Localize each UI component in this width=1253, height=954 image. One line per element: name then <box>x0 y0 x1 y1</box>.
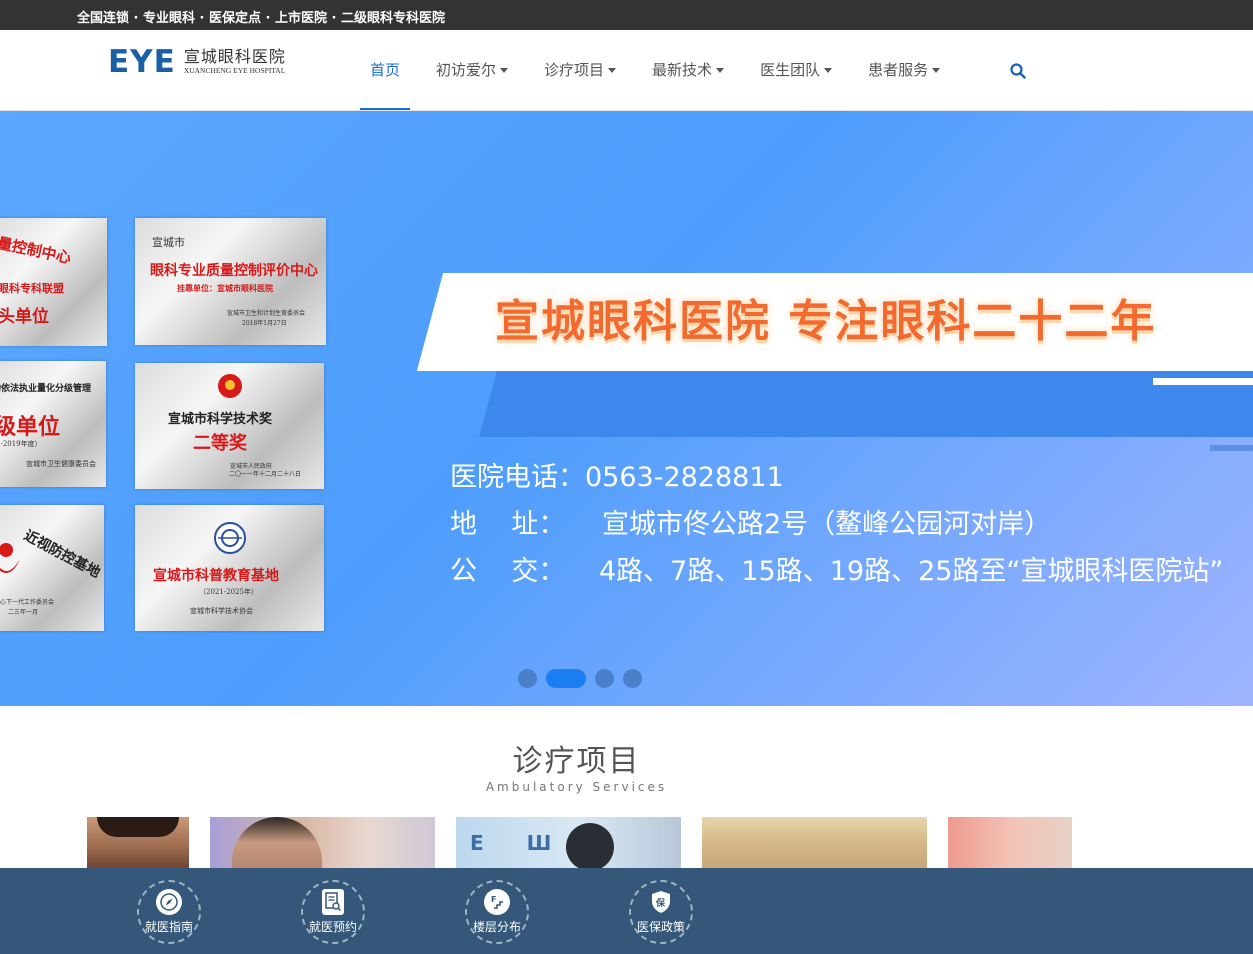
top-announcement-text: 全国连锁 · 专业眼科 · 医保定点 · 上市医院 · 二级眼科专科医院 <box>77 11 445 26</box>
plaque-text: 心下一代工作委员会 <box>0 599 55 606</box>
banner-address-text: 宣城市佟公路2号（鳌峰公园河对岸） <box>602 509 1052 540</box>
hospital-logo[interactable]: EYE 宣城眼科医院 XUANCHENG EYE HOSPITAL <box>108 42 286 82</box>
nav-item-technology[interactable]: 最新技术 <box>642 30 734 110</box>
search-icon[interactable] <box>1010 63 1026 79</box>
banner-bus-label: 公 交： <box>450 556 566 587</box>
nav-label: 患者服务 <box>868 61 929 79</box>
plaque-text: 7-2019年度） <box>0 440 42 448</box>
nav-label: 诊疗项目 <box>544 61 605 79</box>
service-thumbnail[interactable] <box>210 817 435 868</box>
services-section-title: 诊疗项目 <box>512 744 641 779</box>
plaque-text: 2018年1月27日 <box>242 320 287 327</box>
logo-mark: EYE <box>108 43 176 80</box>
nav-label: 初访爱尔 <box>436 61 497 79</box>
nav-item-patient-service[interactable]: 患者服务 <box>858 30 950 110</box>
science-association-emblem-icon <box>214 522 246 554</box>
plaque-text: 宣城市科学技术奖 <box>168 412 273 427</box>
carousel-pagination <box>518 669 651 688</box>
plaque-text: 眼科专业质量控制评价中心 <box>150 263 318 279</box>
compass-icon <box>156 889 182 915</box>
logo-text: 宣城眼科医院 XUANCHENG EYE HOSPITAL <box>184 48 286 76</box>
caret-down-icon <box>824 68 833 73</box>
services-section-subtitle: Ambulatory Services <box>485 780 668 794</box>
nav-item-doctors[interactable]: 医生团队 <box>750 30 842 110</box>
plaque-text: 宣城市卫生健康委员会 <box>26 460 96 468</box>
plaque-text: 级单位 <box>0 414 61 440</box>
plaque-text: 二三年一月 <box>8 609 39 616</box>
national-emblem-icon <box>218 374 242 398</box>
banner-phone-text: 医院电话：0563-2828811 <box>450 462 784 493</box>
nav-label: 医生团队 <box>760 61 821 79</box>
top-announcement-bar: 全国连锁 · 专业眼科 · 医保定点 · 上市医院 · 二级眼科专科医院 <box>0 0 1253 30</box>
shield-icon: 保 <box>648 889 674 915</box>
award-plaque-myopia-base: 近视防控基地 心下一代工作委员会 二三年一月 <box>0 505 104 631</box>
svg-text:保: 保 <box>655 897 666 909</box>
banner-phone: 医院电话：0563-2828811 <box>450 455 784 494</box>
quick-link-guide[interactable]: 就医指南 <box>137 880 201 944</box>
plaque-text: 宣城市 <box>152 236 185 249</box>
service-thumbnail[interactable] <box>702 817 927 868</box>
banner-address-label: 地 址： <box>450 509 566 540</box>
plaque-text: 眼科专科联盟 <box>0 282 64 295</box>
hero-banner-slide[interactable]: 质量控制中心 眼科专科联盟 头单位 宣城市 眼科专业质量控制评价中心 挂靠单位：… <box>0 111 1253 706</box>
banner-bus: 公 交： 4路、7路、15路、19路、25路至“宣城眼科医院站” <box>450 549 1223 588</box>
site-header: EYE 宣城眼科医院 XUANCHENG EYE HOSPITAL 首页 初访爱… <box>0 30 1253 111</box>
nav-item-about[interactable]: 初访爱尔 <box>426 30 518 110</box>
banner-stripe-dark <box>479 371 1253 437</box>
banner-accent-line <box>1210 445 1253 451</box>
document-search-icon <box>322 889 344 915</box>
quick-link-label: 医保政策 <box>636 920 685 934</box>
plaque-text: 挂靠单位：宣城市眼科医院 <box>177 283 273 293</box>
quick-link-floors[interactable]: F 楼层分布 <box>465 880 529 944</box>
award-plaque-eye-quality-evaluation: 宣城市 眼科专业质量控制评价中心 挂靠单位：宣城市眼科医院 宣城市卫生和计划生育… <box>135 218 326 345</box>
floor-icon: F <box>484 889 510 915</box>
carousel-dot[interactable] <box>595 669 614 688</box>
service-thumbnail[interactable]: E Ш Ǝ <box>456 817 681 868</box>
caret-down-icon <box>932 68 941 73</box>
nav-item-services[interactable]: 诊疗项目 <box>534 30 626 110</box>
service-thumbnail[interactable] <box>87 817 189 868</box>
nav-item-home[interactable]: 首页 <box>360 30 411 110</box>
banner-accent-line <box>1153 378 1253 385</box>
award-plaque-science-education: 宣城市科普教育基地 （2021-2025年） 宣城市科学技术协会 <box>135 505 324 631</box>
banner-bus-text: 4路、7路、15路、19路、25路至“宣城眼科医院站” <box>599 556 1224 587</box>
carousel-dot-active[interactable] <box>546 669 586 688</box>
award-plaque-quality-center: 质量控制中心 眼科专科联盟 头单位 <box>0 218 107 346</box>
quick-link-appointment[interactable]: 就医预约 <box>301 880 365 944</box>
plaque-text: 宣城市科学技术协会 <box>190 607 253 615</box>
logo-name-cn: 宣城眼科医院 <box>183 47 286 66</box>
quick-link-label: 就医指南 <box>144 920 193 934</box>
nav-label: 首页 <box>370 61 401 79</box>
main-nav: 首页 初访爱尔 诊疗项目 最新技术 医生团队 患者服务 <box>360 30 966 110</box>
plaque-text: 近视防控基地 <box>21 527 103 582</box>
plaque-text: 构依法执业量化分级管理 <box>0 384 92 394</box>
plaque-text: （2021-2025年） <box>199 588 258 596</box>
plaque-text: 二等奖 <box>193 433 247 454</box>
caret-down-icon <box>716 68 725 73</box>
quick-link-insurance[interactable]: 保 医保政策 <box>629 880 693 944</box>
plaque-text: 宣城市卫生和计划生育委员会 <box>227 310 306 317</box>
myopia-base-logo-icon <box>0 543 20 573</box>
plaque-text: 宣城市科普教育基地 <box>153 568 279 584</box>
svg-text:F: F <box>491 895 496 904</box>
caret-down-icon <box>608 68 617 73</box>
plaque-text: 质量控制中心 <box>0 230 73 268</box>
award-plaque-science-tech: 宣城市科学技术奖 二等奖 宣城市人民政府 二〇一一年十二月二十八日 <box>135 363 324 489</box>
carousel-dot[interactable] <box>623 669 642 688</box>
carousel-dot[interactable] <box>518 669 537 688</box>
caret-down-icon <box>500 68 509 73</box>
logo-name-en: XUANCHENG EYE HOSPITAL <box>183 66 286 75</box>
plaque-text: 头单位 <box>0 307 49 327</box>
award-plaque-law-level: 构依法执业量化分级管理 级单位 7-2019年度） 宣城市卫生健康委员会 <box>0 361 106 487</box>
plaque-text: 二〇一一年十二月二十八日 <box>229 471 302 478</box>
nav-label: 最新技术 <box>652 61 713 79</box>
banner-address: 地 址： 宣城市佟公路2号（鳌峰公园河对岸） <box>450 502 1051 541</box>
quick-link-label: 楼层分布 <box>472 920 521 934</box>
quick-link-label: 就医预约 <box>308 920 357 934</box>
banner-slogan: 宣城眼科医院 专注眼科二十二年 <box>495 296 1157 347</box>
service-thumbnail[interactable] <box>948 817 1072 868</box>
